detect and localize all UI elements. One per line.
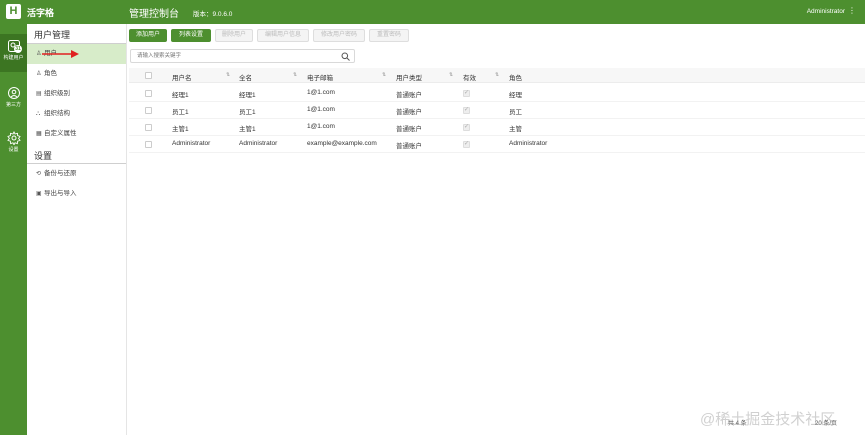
- rail-label: 设置: [8, 147, 19, 153]
- cell-username: 员工1: [172, 109, 189, 116]
- role-icon: ♙: [36, 71, 42, 77]
- change-password-button[interactable]: 修改用户密码: [313, 29, 365, 42]
- cell-fullname: Administrator: [239, 140, 278, 147]
- sidebar-item-label: 组织级别: [44, 90, 70, 97]
- gear-icon: [6, 131, 21, 145]
- backup-icon: ⟲: [36, 171, 42, 177]
- cell-username: 主管1: [172, 126, 189, 133]
- cell-fullname: 主管1: [239, 126, 256, 133]
- annotation-arrow-icon: [42, 50, 79, 58]
- section-title-user-management: 用户管理: [34, 30, 71, 40]
- sort-icon[interactable]: ⇅: [226, 72, 230, 78]
- add-user-button[interactable]: 添加用户: [129, 29, 167, 42]
- user-menu-icon[interactable]: ⋮: [848, 6, 856, 15]
- column-header-username[interactable]: 用户名: [172, 72, 192, 82]
- sidebar-item-label: 备份与还原: [44, 170, 77, 177]
- rail-item-third-party[interactable]: 第三方: [0, 81, 27, 119]
- rail-label: 构建用户: [3, 55, 24, 61]
- column-header-user-type[interactable]: 用户类型: [396, 72, 422, 82]
- column-header-email[interactable]: 电子邮箱: [307, 72, 333, 82]
- table-row[interactable]: Administrator Administrator example@exam…: [129, 136, 865, 153]
- table-row[interactable]: 主管1 主管1 1@1.com 普通账户 主管: [129, 119, 865, 136]
- cell-user-type: 普通账户: [396, 109, 422, 116]
- cell-role: 经理: [509, 92, 522, 99]
- sort-icon[interactable]: ⇅: [382, 72, 386, 78]
- table-header: 用户名 ⇅ 全名 ⇅ 电子邮箱 ⇅ 用户类型 ⇅ 有效 ⇅ 角色: [129, 68, 865, 83]
- valid-checkbox: [463, 140, 470, 148]
- third-party-icon: [7, 87, 20, 99]
- org-level-icon: ▤: [36, 91, 42, 97]
- logo: H: [6, 4, 21, 19]
- sidebar-item-export-import[interactable]: ▣ 导出与导入: [27, 184, 126, 204]
- valid-checkbox: [463, 106, 470, 114]
- sidebar-item-roles[interactable]: ♙ 角色: [27, 64, 126, 84]
- cell-role: 主管: [509, 126, 522, 133]
- search-input[interactable]: [137, 50, 337, 62]
- table-row[interactable]: 员工1 员工1 1@1.com 普通账户 员工: [129, 102, 865, 119]
- reset-password-button[interactable]: 重置密码: [369, 29, 409, 42]
- page-title: 管理控制台: [129, 9, 179, 20]
- cell-email: example@example.com: [307, 140, 377, 147]
- cell-role: Administrator: [509, 140, 548, 147]
- org-structure-icon: ⛬: [36, 111, 41, 117]
- cell-username: 经理1: [172, 92, 189, 99]
- export-icon: ▣: [36, 191, 42, 197]
- watermark: @稀土掘金技术社区: [700, 411, 836, 428]
- cell-fullname: 经理1: [239, 92, 256, 99]
- cell-username: Administrator: [172, 140, 211, 147]
- cell-email: 1@1.com: [307, 123, 335, 130]
- sidebar-item-label: 自定义属性: [44, 130, 77, 137]
- rail-badge: 31: [14, 45, 22, 53]
- sidebar-item-custom-attributes[interactable]: ▦ 自定义属性: [27, 124, 126, 144]
- select-all-checkbox[interactable]: [145, 72, 152, 79]
- sort-icon[interactable]: ⇅: [449, 72, 453, 78]
- column-settings-button[interactable]: 列表设置: [171, 29, 211, 42]
- custom-attr-icon: ▦: [36, 131, 42, 137]
- cell-email: 1@1.com: [307, 89, 335, 96]
- column-header-fullname[interactable]: 全名: [239, 72, 252, 82]
- section-title-settings: 设置: [34, 151, 53, 161]
- cell-user-type: 普通账户: [396, 92, 422, 99]
- cell-fullname: 员工1: [239, 109, 256, 116]
- cell-user-type: 普通账户: [396, 143, 422, 150]
- column-header-role[interactable]: 角色: [509, 72, 522, 82]
- sidebar-item-label: 角色: [44, 70, 57, 77]
- rail-label: 第三方: [5, 102, 21, 108]
- version-label: 版本：9.0.6.0: [193, 11, 233, 18]
- sort-icon[interactable]: ⇅: [495, 72, 499, 78]
- sidebar: 用户管理 ♙用户 ♙角色 ▤组织级别 ⛬组织结构 ▦自定义属性 设置 ⟲备份与还…: [27, 24, 127, 435]
- cell-role: 员工: [509, 109, 522, 116]
- rail-item-settings[interactable]: 设置: [0, 126, 27, 164]
- row-checkbox[interactable]: [145, 124, 152, 131]
- sidebar-item-org-structure[interactable]: ⛬ 组织结构: [27, 104, 126, 124]
- current-user[interactable]: Administrator: [807, 8, 845, 15]
- sort-icon[interactable]: ⇅: [293, 72, 297, 78]
- cell-user-type: 普通账户: [396, 126, 422, 133]
- row-checkbox[interactable]: [145, 141, 152, 148]
- valid-checkbox: [463, 89, 470, 97]
- sidebar-item-backup-restore[interactable]: ⟲ 备份与还原: [27, 164, 126, 184]
- row-checkbox[interactable]: [145, 107, 152, 114]
- rail-item-users[interactable]: 31 构建用户: [0, 34, 27, 72]
- table-row[interactable]: 经理1 经理1 1@1.com 普通账户 经理: [129, 85, 865, 102]
- valid-checkbox: [463, 123, 470, 131]
- sidebar-item-label: 导出与导入: [44, 190, 77, 197]
- left-rail: 31 构建用户 第三方 设置: [0, 24, 27, 435]
- column-header-valid[interactable]: 有效: [463, 72, 476, 82]
- cell-email: 1@1.com: [307, 106, 335, 113]
- edit-user-info-button[interactable]: 编辑用户信息: [257, 29, 309, 42]
- search-icon[interactable]: [341, 52, 350, 61]
- sidebar-item-org-level[interactable]: ▤ 组织级别: [27, 84, 126, 104]
- delete-user-button[interactable]: 删除用户: [215, 29, 253, 42]
- sidebar-item-label: 组织结构: [44, 110, 70, 117]
- search-box: [130, 49, 355, 63]
- row-checkbox[interactable]: [145, 90, 152, 97]
- app-name: 活字格: [27, 8, 55, 18]
- top-bar: H 活字格 管理控制台 版本：9.0.6.0 Administrator ⋮: [0, 0, 865, 24]
